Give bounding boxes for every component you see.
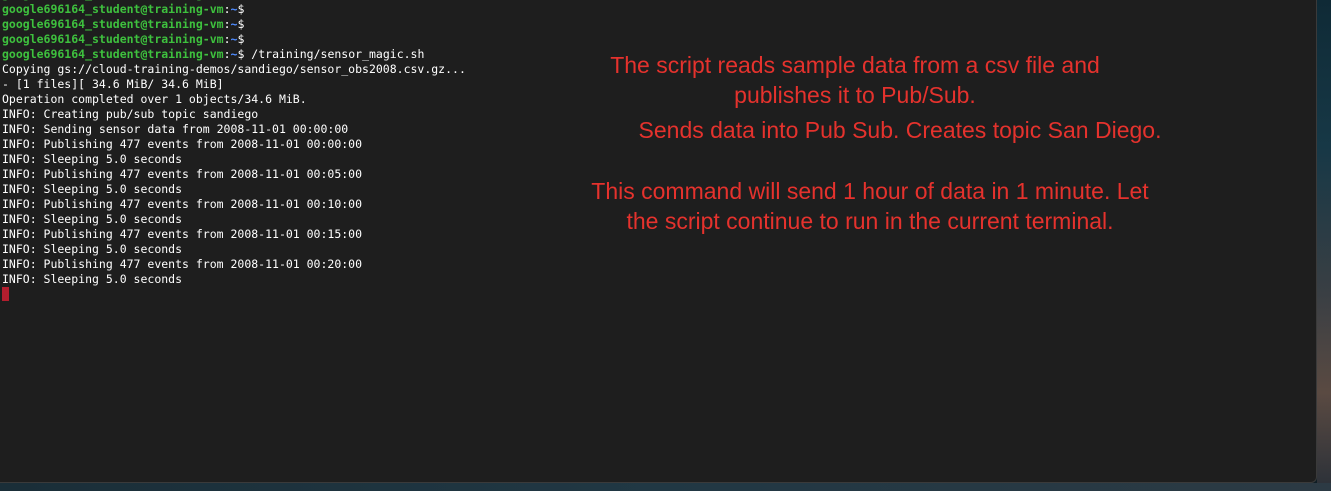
prompt-separator: : <box>223 32 231 46</box>
output-line: INFO: Publishing 477 events from 2008-11… <box>2 227 363 241</box>
terminal-window[interactable]: google696164_student@training-vm:~$ goog… <box>0 0 1317 483</box>
output-line: INFO: Sending sensor data from 2008-11-0… <box>2 122 349 136</box>
terminal-output[interactable]: google696164_student@training-vm:~$ goog… <box>2 0 466 302</box>
prompt-line: google696164_student@training-vm:~$ <box>2 2 466 17</box>
annotation-script-description: The script reads sample data from a csv … <box>610 52 1100 108</box>
output-line: INFO: Sleeping 5.0 seconds <box>2 182 183 196</box>
prompt-separator: : <box>223 17 231 31</box>
prompt-symbol: $ <box>237 0 244 1</box>
prompt-user-host: google696164_student@training-vm <box>2 17 224 31</box>
output-line: INFO: Publishing 477 events from 2008-11… <box>2 257 363 271</box>
prompt-line: google696164_student@training-vm:~$ <box>2 17 466 32</box>
command-line: google696164_student@training-vm:~$ /tra… <box>2 47 466 62</box>
output-line: INFO: Sleeping 5.0 seconds <box>2 272 183 286</box>
prompt-symbol: $ <box>237 2 245 16</box>
desktop-background-bottom <box>0 483 1331 491</box>
output-line: INFO: Sleeping 5.0 seconds <box>2 152 183 166</box>
output-line: INFO: Publishing 477 events from 2008-11… <box>2 197 363 211</box>
output-line: - [1 files][ 34.6 MiB/ 34.6 MiB] <box>2 77 224 91</box>
prompt-user-host: google696164_student@training-vm <box>2 2 224 16</box>
output-line: INFO: Publishing 477 events from 2008-11… <box>2 167 363 181</box>
prompt-symbol: $ <box>237 17 245 31</box>
annotation-pubsub-topic: Sends data into Pub Sub. Creates topic S… <box>638 117 1162 143</box>
command-text: /training/sensor_magic.sh <box>244 47 425 61</box>
prompt-user-host: google696164_student@training-vm <box>2 32 224 46</box>
prompt-symbol: $ <box>237 32 245 46</box>
prompt-separator: : <box>224 0 231 1</box>
output-line: INFO: Sleeping 5.0 seconds <box>2 242 183 256</box>
prompt-user-host: google696164_student@training-vm <box>2 0 224 1</box>
prompt-line: google696164_student@training-vm:~$ <box>2 32 466 47</box>
output-line: INFO: Publishing 477 events from 2008-11… <box>2 137 363 151</box>
desktop-background <box>1317 0 1331 491</box>
output-line: INFO: Sleeping 5.0 seconds <box>2 212 183 226</box>
prompt-user-host: google696164_student@training-vm <box>2 47 224 61</box>
annotation-run-duration: This command will send 1 hour of data in… <box>591 178 1149 234</box>
prompt-separator: : <box>223 47 231 61</box>
terminal-cursor <box>2 287 9 301</box>
prompt-separator: : <box>223 2 231 16</box>
output-line: Operation completed over 1 objects/34.6 … <box>2 92 307 106</box>
output-line: INFO: Creating pub/sub topic sandiego <box>2 107 259 121</box>
output-line: Copying gs://cloud-training-demos/sandie… <box>2 62 466 76</box>
cursor-line <box>2 287 466 302</box>
